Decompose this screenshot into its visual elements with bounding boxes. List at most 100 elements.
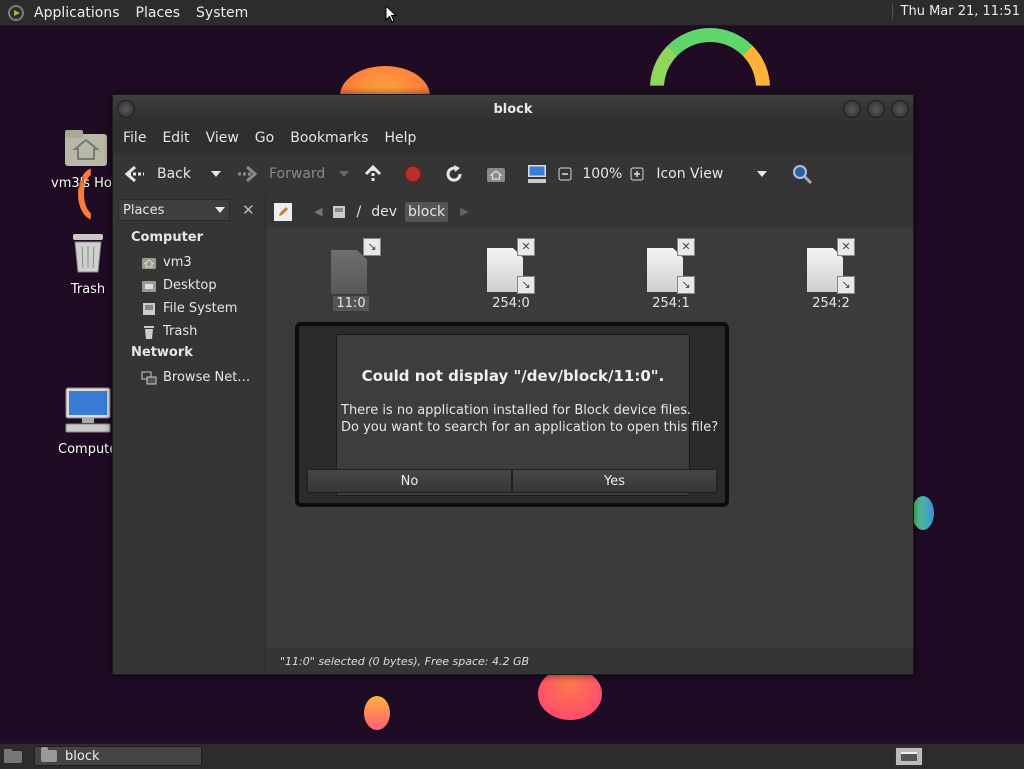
file-item[interactable]: ✕ ↘ 254:1 (626, 238, 716, 311)
view-mode-select[interactable]: Icon View (656, 166, 768, 182)
reload-icon (446, 165, 462, 182)
trash-icon (144, 325, 154, 339)
chevron-down-icon (339, 171, 350, 177)
zoom-in-icon (630, 167, 644, 181)
system-menu[interactable]: System (188, 5, 256, 21)
places-selector[interactable]: Places (118, 199, 230, 221)
path-scroll-left-icon[interactable]: ◀ (314, 205, 322, 218)
menu-help[interactable]: Help (376, 130, 424, 146)
menu-view[interactable]: View (198, 130, 247, 146)
sidebar-item-label: vm3 (163, 255, 192, 270)
window-title: block (493, 101, 533, 117)
stop-icon (404, 165, 423, 183)
menu-edit[interactable]: Edit (154, 130, 197, 146)
sidebar-item-browse-network[interactable]: Browse Net… (113, 366, 265, 389)
applications-menu[interactable]: Applications (26, 5, 128, 21)
path-segment-block[interactable]: block (404, 201, 449, 222)
close-button[interactable] (891, 100, 909, 118)
back-button[interactable]: Back (123, 164, 191, 184)
path-segment-dev[interactable]: dev (371, 204, 397, 220)
menu-bookmarks[interactable]: Bookmarks (282, 130, 376, 146)
file-item[interactable]: ✕ ↘ 254:0 (466, 238, 556, 311)
sidebar-item-trash[interactable]: Trash (113, 320, 265, 343)
reload-button[interactable] (444, 164, 464, 184)
desktop-icon-label: vm3's Home (51, 176, 117, 191)
sidebar-item-vm3[interactable]: vm3 (113, 251, 265, 274)
forward-button[interactable]: Forward (235, 164, 325, 184)
bottom-panel: block (0, 743, 1024, 769)
places-menu[interactable]: Places (128, 5, 189, 21)
edit-icon (279, 206, 288, 216)
home-folder-icon (65, 130, 107, 166)
no-button[interactable]: No (307, 469, 512, 493)
path-root-button[interactable]: / (332, 204, 361, 220)
sidebar-item-file-system[interactable]: File System (113, 297, 265, 320)
distro-logo-icon[interactable] (8, 4, 24, 21)
file-name: 254:2 (812, 296, 850, 311)
taskbar-item-block[interactable]: block (34, 746, 202, 766)
sidebar-heading-computer: Computer (131, 230, 204, 245)
menubar: File Edit View Go Bookmarks Help (113, 123, 913, 153)
close-sidebar-icon[interactable]: ✕ (242, 201, 255, 219)
sidebar-item-label: Trash (163, 324, 198, 339)
view-mode-label: Icon View (656, 166, 724, 182)
symlink-emblem-icon: ↘ (517, 276, 535, 294)
computer-button[interactable] (526, 164, 548, 184)
places-selector-label: Places (123, 202, 165, 218)
forward-label: Forward (269, 166, 326, 182)
drive-icon (143, 302, 155, 315)
file-item[interactable]: ✕ ↘ 254:2 (786, 238, 876, 311)
file-name: 11:0 (333, 296, 369, 311)
sidebar-heading-network: Network (131, 345, 193, 360)
zoom-in-button[interactable] (630, 167, 644, 181)
mouse-cursor-icon (385, 5, 397, 23)
zoom-level[interactable]: 100% (582, 166, 622, 182)
toggle-location-entry-button[interactable] (274, 202, 292, 221)
desktop-icon-label: Computer (58, 442, 120, 457)
stop-button[interactable] (403, 164, 423, 184)
menu-go[interactable]: Go (247, 130, 282, 146)
taskbar-item-label: block (65, 748, 100, 764)
panel-clock[interactable]: Thu Mar 21, 11:51 (891, 4, 1020, 19)
back-history-dropdown[interactable] (211, 171, 221, 177)
minimize-button[interactable] (843, 100, 861, 118)
window-titlebar[interactable]: block (113, 95, 913, 123)
path-scroll-right-icon[interactable]: ▶ (460, 205, 468, 218)
window-menu-button[interactable] (117, 100, 135, 118)
dialog-message: There is no application installed for Bl… (341, 403, 719, 435)
sidebar-item-desktop[interactable]: Desktop (113, 274, 265, 297)
workspace-switcher-icon[interactable] (895, 747, 923, 766)
sidebar-item-label: File System (163, 301, 238, 316)
forward-history-dropdown[interactable] (339, 171, 350, 177)
show-desktop-icon[interactable] (3, 748, 23, 764)
folder-icon (41, 747, 57, 762)
chevron-down-icon (215, 207, 225, 213)
unreadable-emblem-icon: ✕ (517, 238, 535, 256)
desktop-wallpaper-shape (364, 696, 390, 730)
drive-icon (333, 205, 346, 218)
up-button[interactable] (363, 164, 383, 184)
network-icon (141, 371, 157, 384)
symlink-emblem-icon: ↘ (837, 276, 855, 294)
unreadable-emblem-icon: ✕ (677, 238, 695, 256)
home-folder-icon (142, 257, 156, 269)
block-device-file-icon (331, 250, 367, 294)
chevron-down-icon (211, 171, 221, 177)
yes-button[interactable]: Yes (512, 469, 717, 493)
menu-file[interactable]: File (115, 130, 154, 146)
search-button[interactable] (791, 163, 813, 185)
symlink-emblem-icon: ↘ (363, 238, 381, 256)
sidebar-item-label: Browse Net… (163, 370, 251, 385)
home-folder-icon (487, 168, 506, 182)
up-arrow-icon (365, 164, 382, 182)
computer-icon (528, 165, 547, 183)
status-bar: "11:0" selected (0 bytes), Free space: 4… (266, 648, 913, 674)
back-label: Back (157, 166, 191, 182)
maximize-button[interactable] (867, 100, 885, 118)
file-name: 254:1 (652, 296, 690, 311)
search-icon (793, 165, 813, 185)
zoom-out-button[interactable] (558, 167, 572, 181)
dialog-button-row: No Yes (307, 469, 717, 493)
file-item[interactable]: ↘ 11:0 (306, 238, 396, 311)
home-button[interactable] (486, 165, 506, 183)
